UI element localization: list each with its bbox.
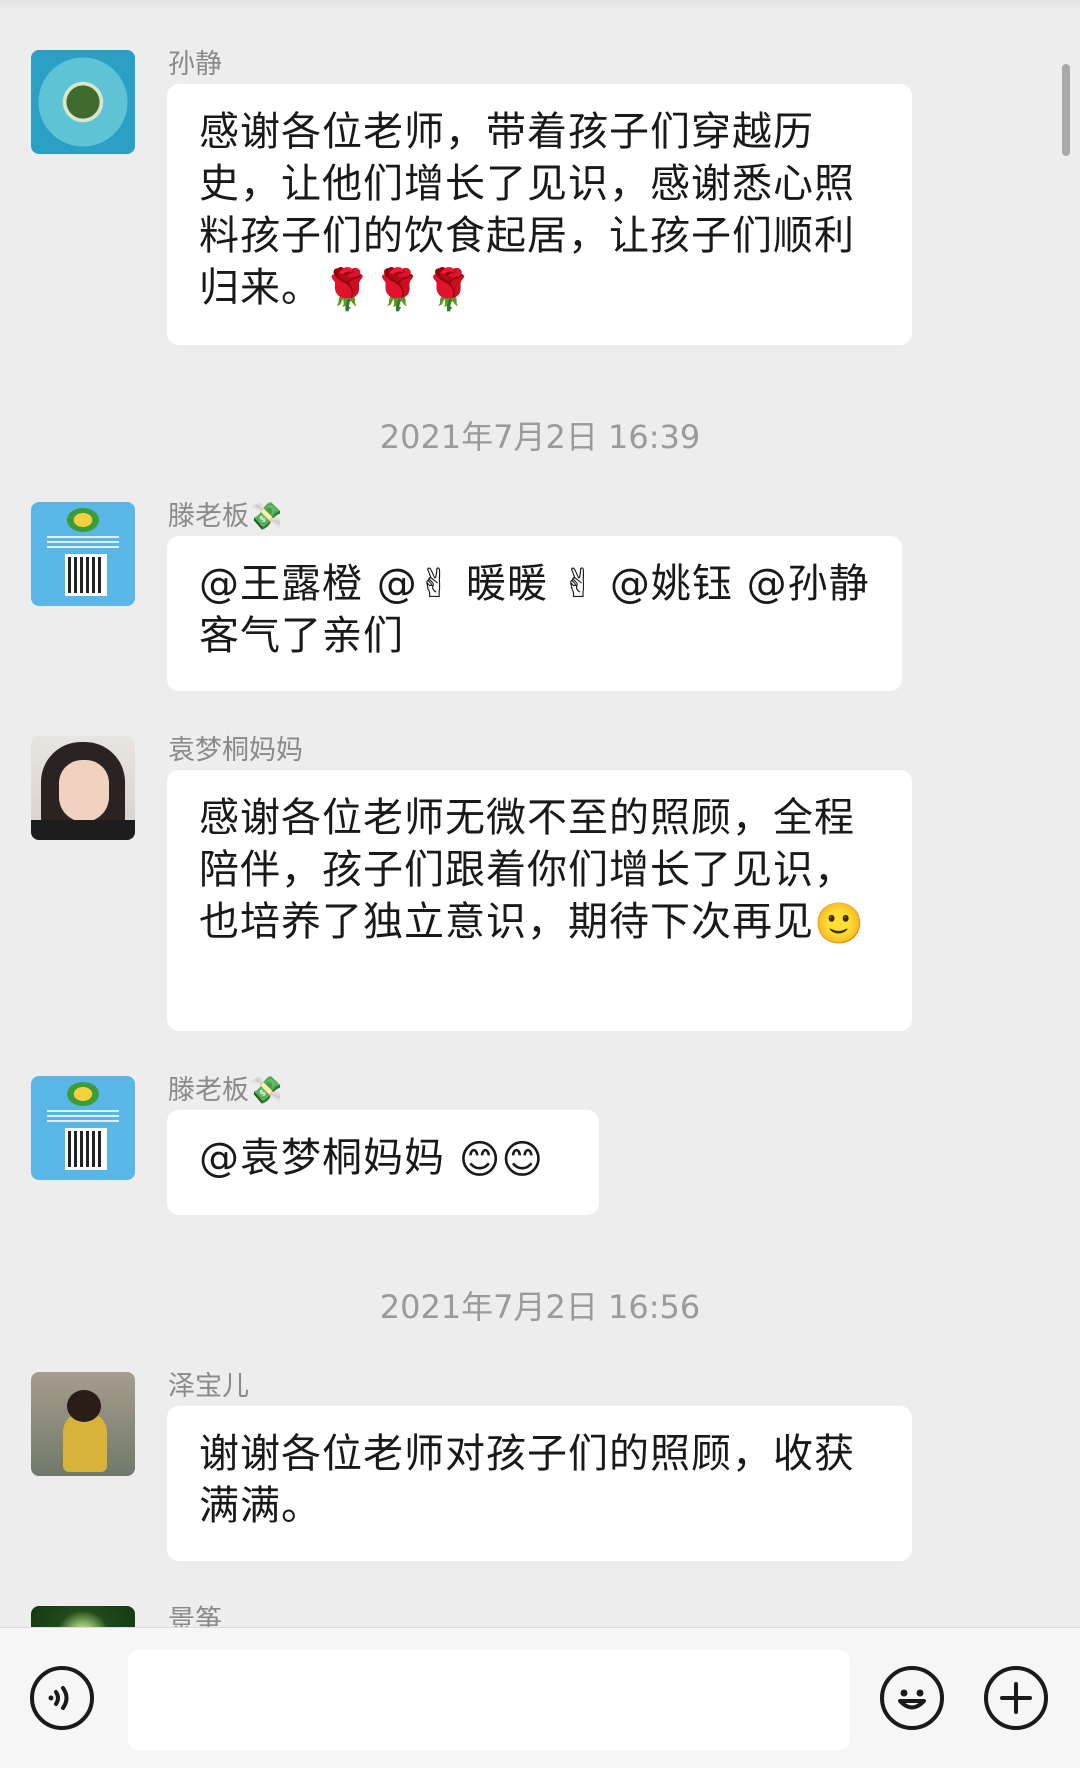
sender-name: 滕老板💸: [168, 1075, 283, 1106]
qr-code-icon: [65, 554, 107, 596]
avatar-shirt: [31, 820, 135, 840]
sender-name: 袁梦桐妈妈: [168, 735, 303, 766]
plus-icon: [1000, 1682, 1032, 1714]
avatar[interactable]: [31, 502, 135, 606]
avatar-face: [59, 760, 109, 822]
avatar[interactable]: [31, 50, 135, 154]
message-text: @王露橙 @✌ 暖暖 ✌ @姚钰 @孙静 客气了亲们: [199, 561, 884, 659]
avatar[interactable]: [31, 1372, 135, 1476]
message-input[interactable]: [128, 1650, 850, 1750]
message-text: 感谢各位老师，带着孩子们穿越历史，让他们增长了见识，感谢悉心照料孩子们的饮食起居…: [199, 109, 855, 311]
sender-name: 滕老板💸: [168, 501, 283, 532]
chat-area[interactable]: 孙静 感谢各位老师，带着孩子们穿越历史，让他们增长了见识，感谢悉心照料孩子们的饮…: [0, 0, 1080, 1627]
message-text: 感谢各位老师无微不至的照顾，全程陪伴，孩子们跟着你们增长了见识，也培养了独立意识…: [199, 795, 855, 945]
qr-code-icon: [65, 1128, 107, 1170]
poster-text-lines: [47, 1110, 119, 1122]
top-edge: [0, 0, 1080, 10]
smile-emoji: 😊😊: [458, 1137, 545, 1183]
message-bubble[interactable]: 感谢各位老师无微不至的照顾，全程陪伴，孩子们跟着你们增长了见识，也培养了独立意识…: [167, 770, 912, 1031]
person-emoji: 🙂: [814, 901, 865, 947]
avatar[interactable]: [31, 1606, 135, 1627]
emoji-icon: [898, 1689, 926, 1710]
message-bubble[interactable]: @袁梦桐妈妈 😊😊: [167, 1110, 599, 1215]
input-bar: [0, 1627, 1080, 1768]
poster-text-lines: [47, 536, 119, 548]
rose-emoji: 🌹🌹🌹: [322, 267, 475, 313]
logo-icon: [67, 508, 99, 532]
sender-name: 孙静: [168, 49, 222, 80]
sender-name: 泽宝儿: [168, 1371, 249, 1402]
message-text: 谢谢各位老师对孩子们的照顾，收获满满。: [199, 1431, 855, 1529]
avatar-head: [67, 1390, 101, 1422]
timestamp: 2021年7月2日 16:56: [379, 1288, 701, 1326]
emoji-button[interactable]: [880, 1666, 944, 1730]
more-button[interactable]: [984, 1666, 1048, 1730]
scrollbar[interactable]: [1062, 64, 1070, 156]
sender-name: 景筝: [168, 1605, 222, 1627]
message-bubble[interactable]: 感谢各位老师，带着孩子们穿越历史，让他们增长了见识，感谢悉心照料孩子们的饮食起居…: [167, 84, 912, 345]
voice-icon: [48, 1686, 69, 1710]
avatar[interactable]: [31, 736, 135, 840]
message-bubble[interactable]: @王露橙 @✌ 暖暖 ✌ @姚钰 @孙静 客气了亲们: [167, 536, 902, 691]
timestamp: 2021年7月2日 16:39: [379, 418, 701, 456]
avatar[interactable]: [31, 1076, 135, 1180]
message-text: @袁梦桐妈妈: [199, 1135, 459, 1181]
voice-button[interactable]: [30, 1666, 94, 1730]
logo-icon: [67, 1082, 99, 1106]
message-bubble[interactable]: 谢谢各位老师对孩子们的照顾，收获满满。: [167, 1406, 912, 1561]
